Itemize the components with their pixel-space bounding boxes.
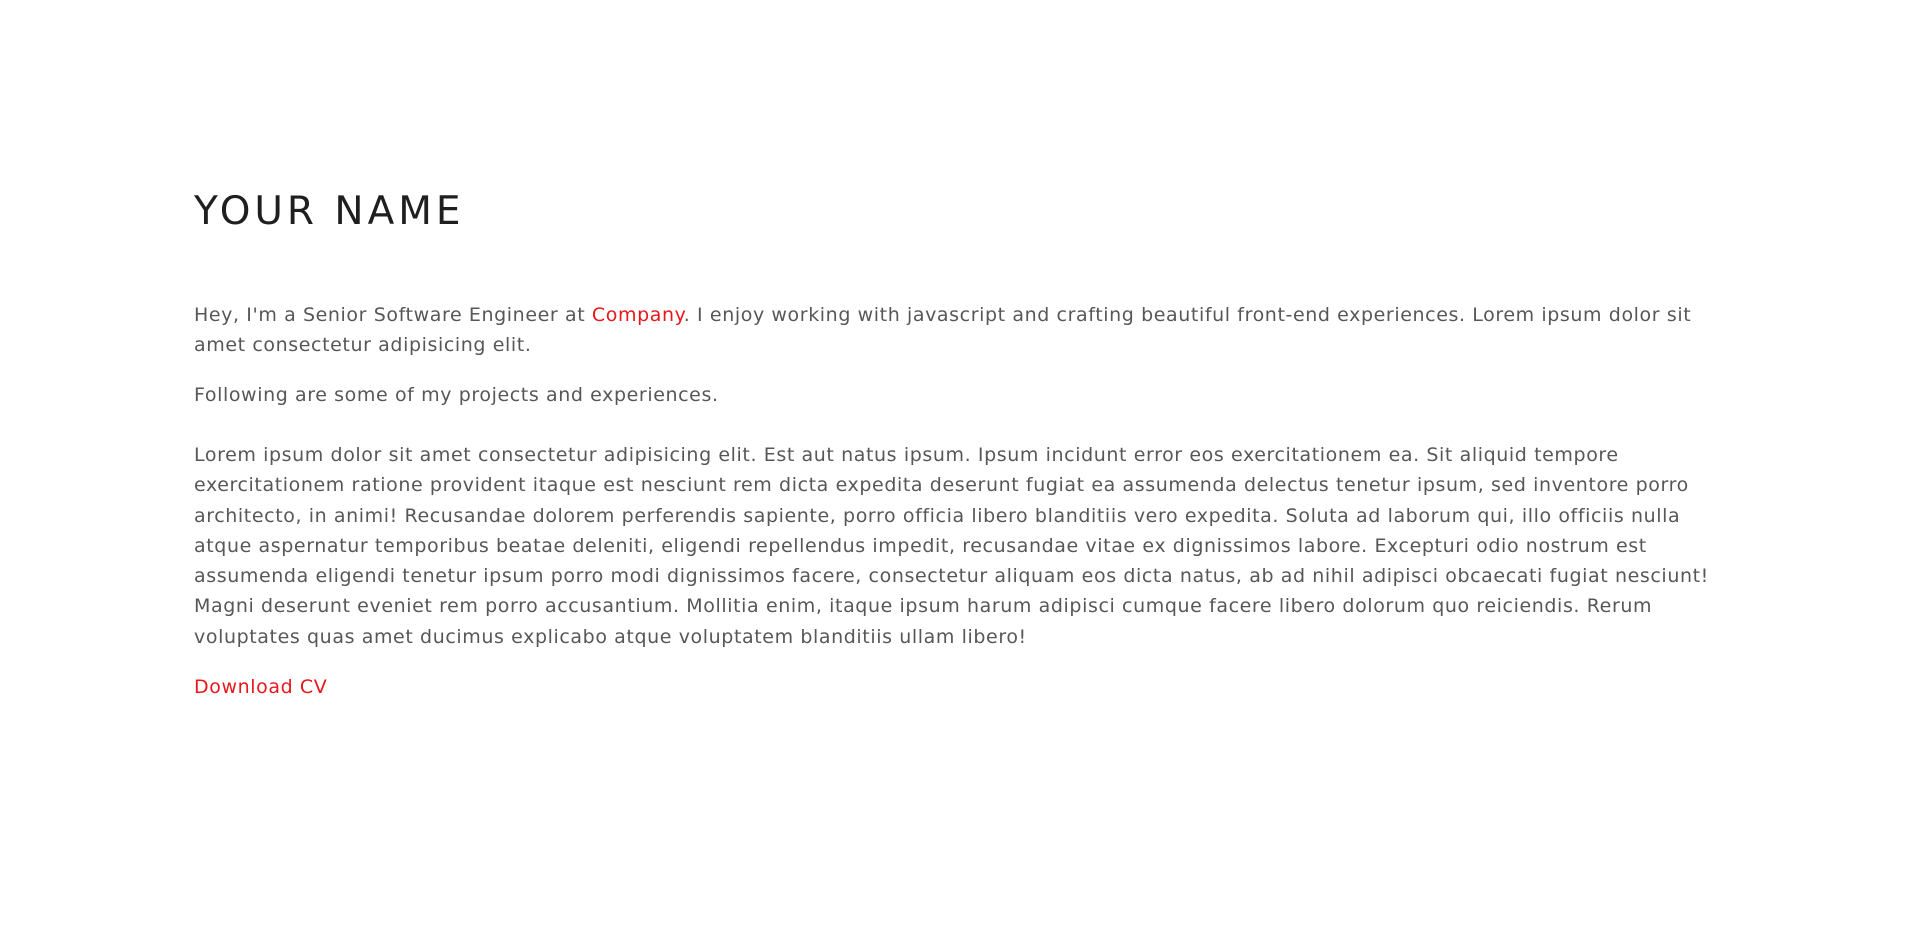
page: YOUR NAME Hey, I'm a Senior Software Eng… bbox=[0, 0, 1920, 937]
download-cv-link[interactable]: Download CV bbox=[194, 672, 327, 702]
projects-intro: Following are some of my projects and ex… bbox=[194, 384, 719, 406]
page-title: YOUR NAME bbox=[194, 189, 465, 234]
company-link[interactable]: Company bbox=[592, 304, 684, 326]
intro-paragraph: Hey, I'm a Senior Software Engineer at C… bbox=[194, 300, 1734, 360]
description-paragraph: Lorem ipsum dolor sit amet consectetur a… bbox=[194, 444, 1709, 648]
about-section: Hey, I'm a Senior Software Engineer at C… bbox=[194, 300, 1734, 410]
main-content: YOUR NAME Hey, I'm a Senior Software Eng… bbox=[194, 186, 1734, 702]
intro-prefix: Hey, I'm a Senior Software Engineer at bbox=[194, 304, 592, 326]
